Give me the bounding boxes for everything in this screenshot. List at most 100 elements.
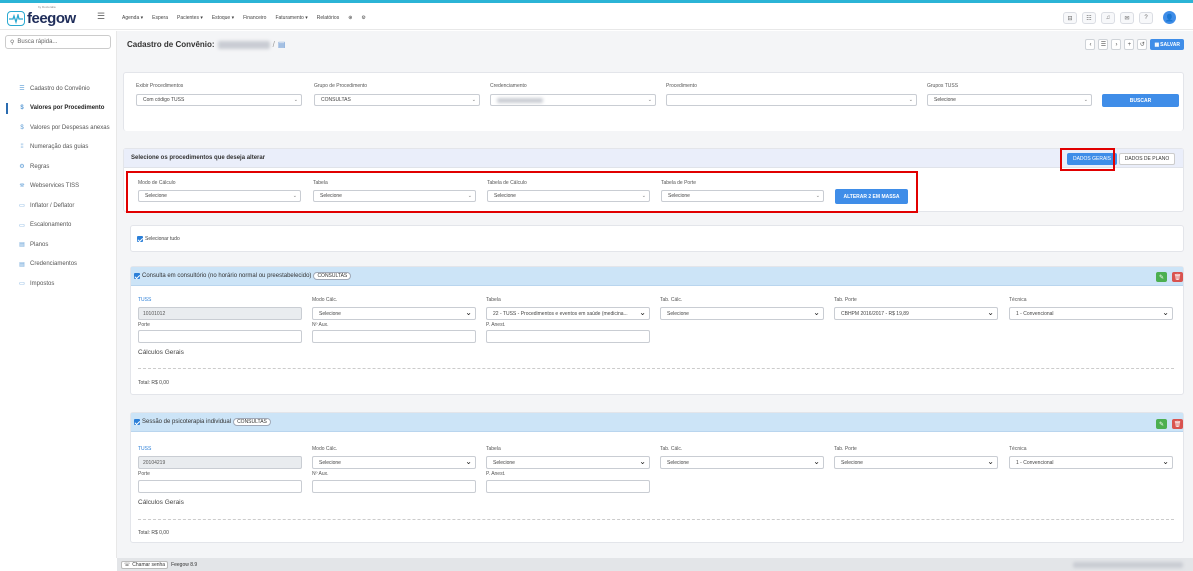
sidebar-item-label: Regras [30,163,50,170]
modo-calc-select[interactable]: Selecione ⌄ [312,307,476,320]
menu-espera[interactable]: Espera [152,15,168,21]
dashed-divider [138,519,1174,520]
sidebar-item-inflator[interactable]: ▭ Inflator / Deflator [0,196,117,216]
list-icon[interactable]: ☷ [1082,12,1096,24]
document-icon: ▤ [19,261,25,268]
modo-calc-select[interactable]: Selecione ⌄ [312,456,476,469]
select-all-label: Selecionar tudo [145,236,180,242]
quick-search-input[interactable]: ⚲ Busca rápida... [5,35,111,49]
grupo-value: CONSULTAS [321,97,351,103]
save-button-label: SALVAR [1160,41,1180,48]
history-icon[interactable]: ↺ [1137,39,1148,50]
grupo-select[interactable]: CONSULTAS ⌄ [314,94,480,106]
tab-porte-select[interactable]: Selecione ⌄ [834,456,998,469]
grupos-tuss-select[interactable]: Selecione ⌄ [927,94,1092,106]
tab-calc-select[interactable]: Selecione ⌄ [660,456,824,469]
add-icon[interactable]: + [1124,39,1135,50]
procedure-1-checkbox[interactable] [134,273,140,279]
menu-estoque[interactable]: Estoque ▾ [212,15,234,21]
save-button[interactable]: ▦ SALVAR [1150,39,1184,50]
chevron-down-icon: ⌄ [1083,97,1088,103]
sidebar-item-regras[interactable]: ⚙ Regras [0,157,117,177]
select-all-checkbox[interactable]: Selecionar tudo [137,236,180,242]
inbox-icon[interactable]: ⊟ [1063,12,1077,24]
feegow-logo[interactable]: feegow [7,9,76,27]
tab-porte-select[interactable]: CBHPM 2016/2017 - R$ 19,89 ⌄ [834,307,998,320]
bulk-edit-heading: Selecione os procedimentos que deseja al… [124,149,1183,168]
num-aux-input[interactable] [312,330,476,343]
tecnica-select[interactable]: 1 - Convencional ⌄ [1009,307,1173,320]
menu-relatorios[interactable]: Relatórios [317,15,340,21]
network-icon: ⛯ [19,182,25,189]
menu-agenda[interactable]: Agenda ▾ [122,15,143,21]
modo-calc-label: Modo Cálc. [312,446,338,452]
menu-globe-icon[interactable]: ⊕ [348,15,352,21]
procedimento-select[interactable]: ⌄ [666,94,917,106]
tecnica-select[interactable]: 1 - Convencional ⌄ [1009,456,1173,469]
sidebar-item-credenciamentos[interactable]: ▤ Credenciamentos [0,255,117,275]
delete-icon[interactable]: 🗑 [1172,272,1183,282]
chat-icon[interactable]: ✉ [1120,12,1134,24]
num-aux-input[interactable] [312,480,476,493]
p-anest-input[interactable] [486,480,650,493]
edit-icon[interactable]: ✎ [1156,272,1167,282]
tabela-value: 22 - TUSS - Procedimentos e eventos em s… [493,310,628,317]
tabela-select[interactable]: Selecione ⌄ [486,456,650,469]
user-avatar[interactable]: 👤 [1163,11,1176,24]
chevron-down-icon: ⌄ [1162,308,1169,317]
list-icon[interactable]: ☰ [1098,39,1109,50]
logo-subtitle: by Doctoralia [38,5,56,9]
chamar-senha-button[interactable]: ☏ Chamar senha [121,560,169,569]
tab-dados-de-plano[interactable]: DADOS DE PLANO [1119,153,1175,165]
chevron-down-icon: ⌄ [639,308,646,317]
page-title: Cadastro de Convênio: / ▤ [127,40,285,49]
porte-input[interactable] [138,330,302,343]
help-icon[interactable]: ? [1139,12,1153,24]
list-icon: ☰ [19,86,25,93]
num-aux-label: Nº Aux. [312,471,329,477]
sidebar-item-label: Valores por Despesas anexas [30,124,110,131]
menu-settings-icon[interactable]: ⚙ [361,15,365,21]
procedure-header-1: Consulta em consultório (no horário norm… [131,267,1183,286]
credenciamento-select[interactable]: ⌄ [490,94,656,106]
calculos-gerais-title: Cálculos Gerais [138,349,184,356]
top-navbar: feegow by Doctoralia ☰ Agenda ▾ Espera P… [0,3,1193,30]
heartbeat-icon [7,10,25,26]
buscar-button[interactable]: BUSCAR [1102,94,1179,107]
sidebar-item-numeracao[interactable]: ⁞⁞ Numeração das guias [0,138,117,158]
tabela-value: Selecione [493,459,515,466]
document-icon[interactable]: ▤ [278,40,286,49]
procedure-2-checkbox[interactable] [134,419,140,425]
delete-icon[interactable]: 🗑 [1172,419,1183,429]
sidebar-item-impostos[interactable]: ▭ Impostos [0,274,117,294]
sidebar-item-webservices[interactable]: ⛯ Webservices TISS [0,177,117,197]
sidebar-item-escalonamento[interactable]: ▭ Escalonamento [0,216,117,236]
procedure-1-total: Total: R$ 0,00 [138,380,169,386]
sidebar-item-label: Inflator / Deflator [30,202,75,209]
exibir-select[interactable]: Com código TUSS ⌄ [136,94,302,106]
hamburger-menu-icon[interactable]: ☰ [97,11,105,22]
sidebar-item-planos[interactable]: ▤ Planos [0,235,117,255]
sidebar-nav: ☰ Cadastro do Convênio $ Valores por Proce… [0,79,117,294]
tuss-label: TUSS [138,297,152,303]
sidebar-item-valores-procedimento[interactable]: $ Valores por Procedimento [0,99,117,119]
menu-pacientes[interactable]: Pacientes ▾ [177,15,203,21]
dollar-icon: $ [20,124,24,131]
next-icon[interactable]: › [1111,39,1122,50]
bell-icon[interactable]: ♫ [1101,12,1115,24]
tecnica-label: Técnica [1009,446,1027,452]
p-anest-input[interactable] [486,330,650,343]
menu-faturamento[interactable]: Faturamento ▾ [275,15,307,21]
select-all-panel: Selecionar tudo [130,225,1184,252]
menu-financeiro[interactable]: Financeiro [243,15,266,21]
redacted-footer-info [1073,561,1183,568]
tabela-select[interactable]: 22 - TUSS - Procedimentos e eventos em s… [486,307,650,320]
grupo-label: Grupo de Procedimento [314,83,368,89]
edit-icon[interactable]: ✎ [1156,419,1167,429]
sidebar-item-cadastro[interactable]: ☰ Cadastro do Convênio [0,79,117,99]
sidebar-item-valores-despesas[interactable]: $ Valores por Despesas anexas [0,118,117,138]
previous-icon[interactable]: ‹ [1085,39,1096,50]
porte-input[interactable] [138,480,302,493]
tab-calc-select[interactable]: Selecione ⌄ [660,307,824,320]
chevron-down-icon: ⌄ [465,457,472,466]
